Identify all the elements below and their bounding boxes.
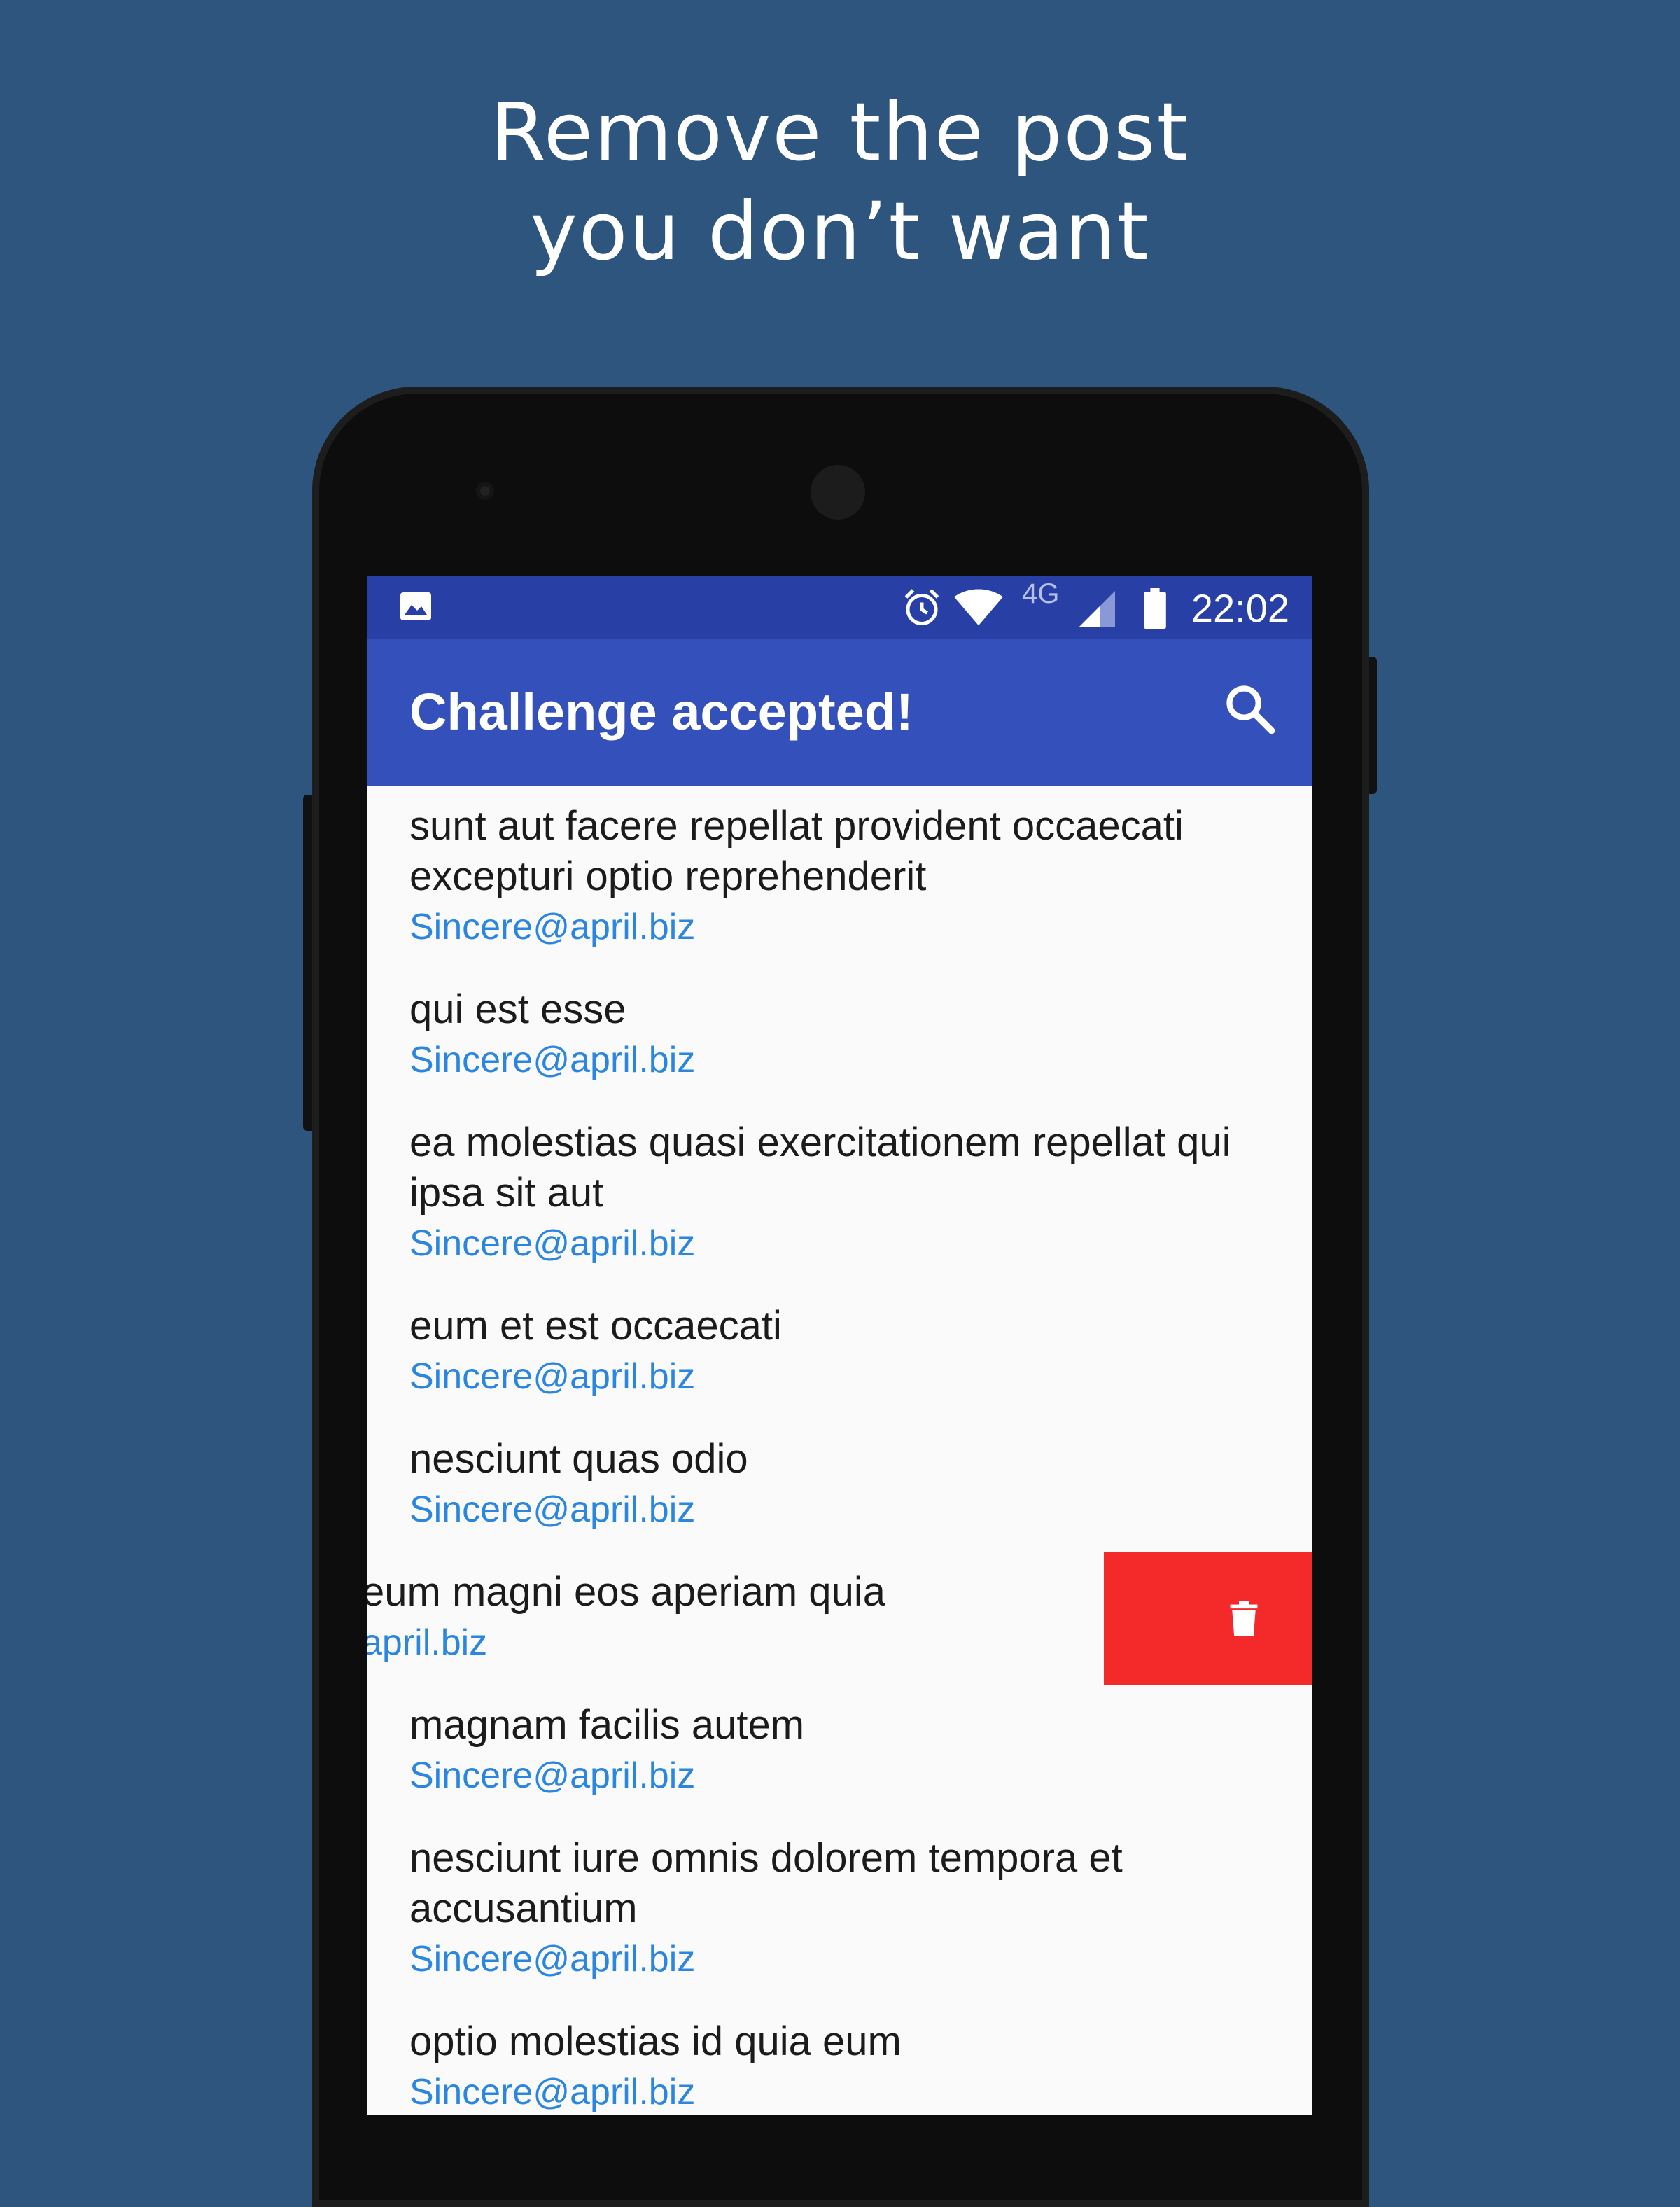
post-email[interactable]: Sincere@april.biz bbox=[410, 1755, 695, 1797]
headline-line-2: you don’t want bbox=[530, 185, 1150, 278]
post-title: sunt aut facere repellat provident occae… bbox=[410, 803, 1184, 899]
post-title: nesciunt iure omnis dolorem tempora et a… bbox=[410, 1835, 1123, 1931]
phone-screen: 4G 22:02 Challenge accepted! sunt aut fa… bbox=[368, 576, 1312, 2115]
post-title: optio molestias id quia eum bbox=[410, 2019, 902, 2064]
trash-icon[interactable] bbox=[1230, 1601, 1258, 1636]
post-email[interactable]: Sincere@april.biz bbox=[410, 1223, 695, 1265]
post-title: qui est esse bbox=[410, 987, 626, 1032]
network-type-label: 4G bbox=[1022, 578, 1060, 609]
post-email[interactable]: Sincere@april.biz bbox=[410, 2071, 695, 2113]
post-item[interactable]: nesciunt quas odio Sincere@april.biz bbox=[368, 1419, 1312, 1552]
clock: 22:02 bbox=[1191, 586, 1289, 630]
signal-icon bbox=[1079, 591, 1115, 627]
toolbar-title: Challenge accepted! bbox=[410, 683, 913, 741]
post-item[interactable]: qui est esse Sincere@april.biz bbox=[368, 969, 1312, 1102]
post-item[interactable]: sunt aut facere repellat provident occae… bbox=[368, 786, 1312, 969]
status-bar: 4G 22:02 bbox=[368, 576, 1312, 639]
proximity-sensor bbox=[476, 482, 494, 500]
post-email[interactable]: Sincere@april.biz bbox=[410, 906, 695, 948]
post-item[interactable]: eum et est occaecati Sincere@april.biz bbox=[368, 1286, 1312, 1419]
post-item[interactable]: magnam facilis autem Sincere@april.biz bbox=[368, 1685, 1312, 1818]
post-title: nesciunt quas odio bbox=[410, 1436, 748, 1482]
battery-icon bbox=[1144, 588, 1166, 629]
headline-line-1: Remove the post bbox=[490, 85, 1190, 179]
post-item[interactable]: optio molestias id quia eum Sincere@apri… bbox=[368, 2001, 1312, 2115]
headline: Remove the post you don’t want bbox=[0, 83, 1680, 281]
image-notification-icon bbox=[400, 592, 431, 620]
post-email[interactable]: april.biz bbox=[368, 1622, 487, 1664]
wifi-icon bbox=[954, 589, 1003, 626]
post-item-swiping[interactable]: eum magni eos aperiam quia april.biz bbox=[368, 1552, 1312, 1685]
post-title: magnam facilis autem bbox=[410, 1702, 805, 1748]
post-email[interactable]: Sincere@april.biz bbox=[410, 1356, 695, 1398]
search-icon[interactable] bbox=[1223, 682, 1276, 735]
post-email[interactable]: Sincere@april.biz bbox=[410, 1039, 695, 1081]
post-item[interactable]: nesciunt iure omnis dolorem tempora et a… bbox=[368, 1818, 1312, 2001]
delete-swipe-area[interactable] bbox=[1104, 1552, 1312, 1685]
post-title: ea molestias quasi exercitationem repell… bbox=[410, 1120, 1231, 1216]
app-toolbar: Challenge accepted! bbox=[368, 639, 1312, 786]
post-email[interactable]: Sincere@april.biz bbox=[410, 1489, 695, 1531]
post-title: eum et est occaecati bbox=[410, 1303, 782, 1349]
front-camera bbox=[811, 465, 865, 520]
alarm-icon bbox=[904, 589, 939, 625]
post-item[interactable]: ea molestias quasi exercitationem repell… bbox=[368, 1102, 1312, 1286]
post-email[interactable]: Sincere@april.biz bbox=[410, 1938, 695, 1980]
